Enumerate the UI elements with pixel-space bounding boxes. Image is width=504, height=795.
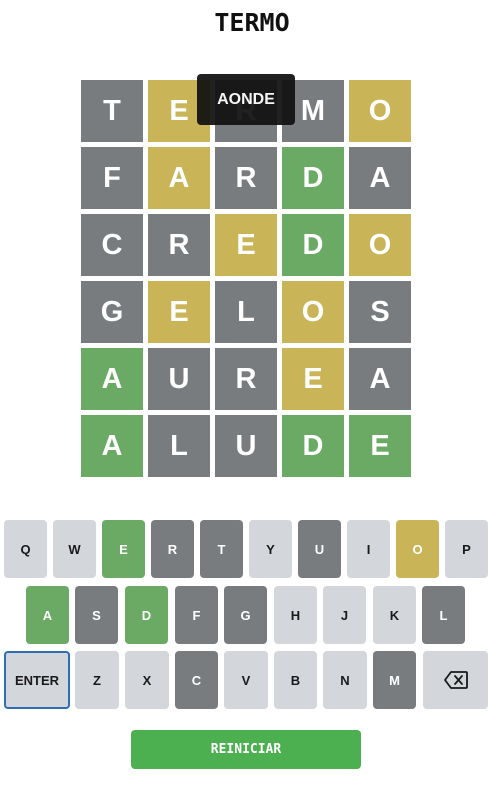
- board-tile: L: [215, 281, 277, 343]
- key-g[interactable]: G: [224, 586, 267, 644]
- key-u[interactable]: U: [298, 520, 341, 578]
- key-f[interactable]: F: [175, 586, 218, 644]
- key-x[interactable]: X: [125, 651, 169, 709]
- board-tile: U: [148, 348, 210, 410]
- board-tile: L: [148, 415, 210, 477]
- board-tile: O: [282, 281, 344, 343]
- board-tile: U: [215, 415, 277, 477]
- restart-button[interactable]: REINICIAR: [131, 730, 361, 769]
- board-tile: A: [81, 415, 143, 477]
- board-tile: E: [349, 415, 411, 477]
- key-h[interactable]: H: [274, 586, 317, 644]
- key-n[interactable]: N: [323, 651, 367, 709]
- backspace-key[interactable]: [423, 651, 488, 709]
- backspace-icon: [443, 671, 468, 689]
- key-y[interactable]: Y: [249, 520, 292, 578]
- key-z[interactable]: Z: [75, 651, 119, 709]
- board-tile: R: [148, 214, 210, 276]
- board-tile: A: [81, 348, 143, 410]
- key-j[interactable]: J: [323, 586, 366, 644]
- key-a[interactable]: A: [26, 586, 69, 644]
- key-q[interactable]: Q: [4, 520, 47, 578]
- key-e[interactable]: E: [102, 520, 145, 578]
- game-title: TERMO: [214, 8, 290, 37]
- board-tile: A: [349, 147, 411, 209]
- key-r[interactable]: R: [151, 520, 194, 578]
- board-tile: O: [349, 80, 411, 142]
- board-tile: C: [81, 214, 143, 276]
- key-l[interactable]: L: [422, 586, 465, 644]
- key-v[interactable]: V: [224, 651, 268, 709]
- key-p[interactable]: P: [445, 520, 488, 578]
- enter-key[interactable]: ENTER: [4, 651, 70, 709]
- board-tile: A: [148, 147, 210, 209]
- key-k[interactable]: K: [373, 586, 416, 644]
- board-tile: R: [215, 147, 277, 209]
- key-w[interactable]: W: [53, 520, 96, 578]
- board-tile: F: [81, 147, 143, 209]
- key-o[interactable]: O: [396, 520, 439, 578]
- board-tile: T: [81, 80, 143, 142]
- key-d[interactable]: D: [125, 586, 168, 644]
- key-c[interactable]: C: [175, 651, 218, 709]
- board-tile: E: [215, 214, 277, 276]
- key-i[interactable]: I: [347, 520, 390, 578]
- board-tile: G: [81, 281, 143, 343]
- board-tile: O: [349, 214, 411, 276]
- board-tile: D: [282, 415, 344, 477]
- key-m[interactable]: M: [373, 651, 416, 709]
- board-tile: A: [349, 348, 411, 410]
- board-tile: E: [148, 281, 210, 343]
- key-t[interactable]: T: [200, 520, 243, 578]
- board-tile: R: [215, 348, 277, 410]
- toast-message: AONDE: [197, 74, 295, 125]
- key-s[interactable]: S: [75, 586, 118, 644]
- board-tile: D: [282, 214, 344, 276]
- game-board: TERMOFARDACREDOGELOSAUREAALUDE: [81, 80, 411, 477]
- board-tile: S: [349, 281, 411, 343]
- board-tile: E: [282, 348, 344, 410]
- key-b[interactable]: B: [274, 651, 317, 709]
- board-tile: D: [282, 147, 344, 209]
